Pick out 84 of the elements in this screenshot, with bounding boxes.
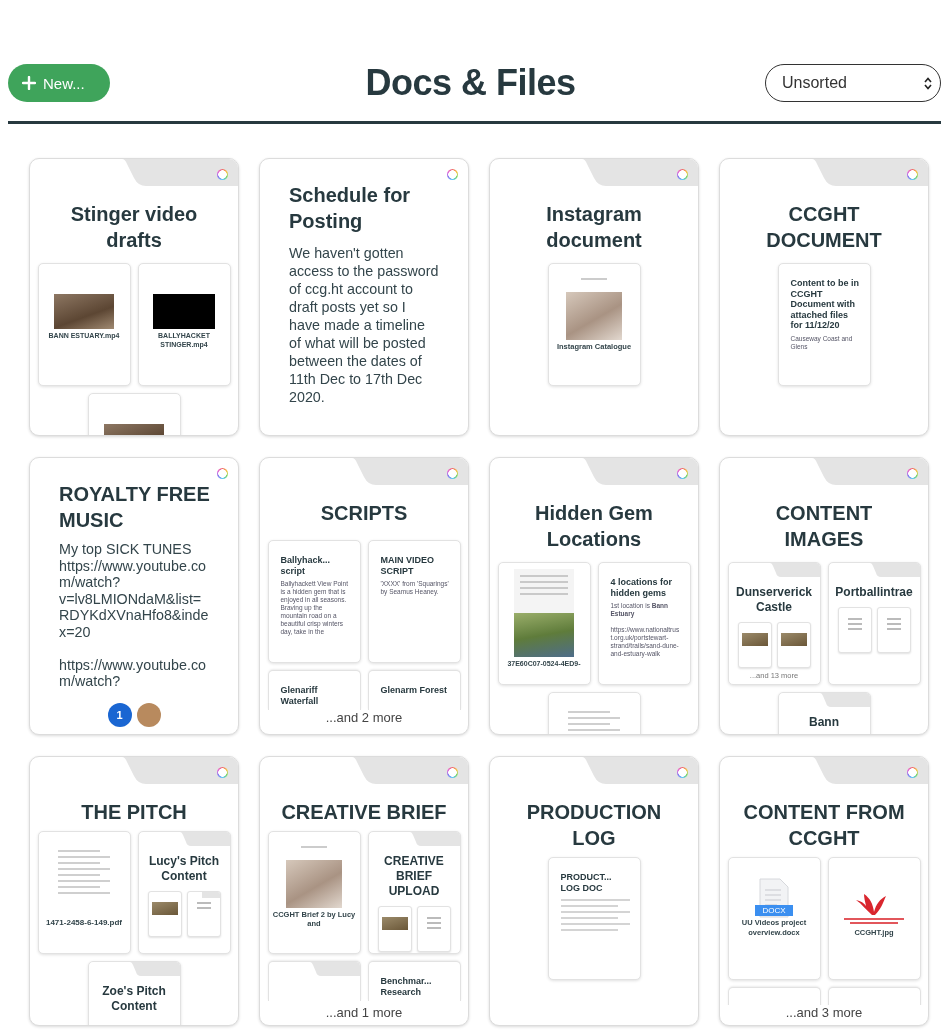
- color-ring-icon: [677, 169, 688, 180]
- color-ring-icon: [447, 468, 458, 479]
- card-title: SCRIPTS: [319, 501, 409, 526]
- card-title: Hidden Gem Locations: [534, 501, 654, 552]
- logo-drawing: [842, 892, 906, 926]
- page-title: Docs & Files: [365, 62, 576, 104]
- file-name: 1471-2458-6-149.pdf: [44, 917, 123, 928]
- card-title: Instagram document: [545, 202, 643, 253]
- file-type-label: DOCX: [755, 905, 793, 916]
- folder-tab: [769, 563, 820, 577]
- chevron-updown-icon: [924, 76, 932, 90]
- folder-name: Lucy's Pitch Content: [147, 853, 221, 884]
- file-card[interactable]: 1471-2458-6-149.pdf: [37, 831, 131, 954]
- card-title: CONTENT FROM CCGHT: [742, 800, 906, 851]
- folder-tab: [869, 563, 920, 577]
- note-title: Benchmar... Research: [380, 976, 433, 997]
- comment-count-badge: 1: [107, 703, 132, 727]
- photo-placeholder: [54, 294, 114, 329]
- folder-tab: [309, 962, 360, 976]
- color-ring-icon: [677, 767, 688, 778]
- color-ring-icon: [907, 169, 918, 180]
- folder-card[interactable]: [259, 457, 469, 735]
- more-count: ...and 1 more: [325, 1005, 403, 1022]
- color-ring-icon: [217, 468, 228, 479]
- card-title: CCGHT DOCUMENT: [765, 202, 883, 253]
- file-thumbnail: [876, 607, 911, 653]
- file-thumbnail: [737, 622, 772, 668]
- color-ring-icon: [677, 468, 688, 479]
- file-thumbnail: [416, 906, 451, 952]
- folder-card[interactable]: Zoe's Pitch Content: [87, 961, 181, 1025]
- document-card[interactable]: ROYALTY FREE MUSIC My top SICK TUNES https://www.youtube.com/watch?v=lv8LMIONdaM&list=RDYKdXVnaHfo8&index=20 https://www.youtube.com/watch? 1: [29, 457, 239, 735]
- folder-name: Portballintrae: [834, 584, 914, 600]
- card-text: My top SICK TUNES https://www.youtube.com/watch?v=lv8LMIONdaM&list=RDYKdXVnaHfo8&index=20 https://www.youtube.com/watch?: [58, 540, 210, 690]
- file-thumbnail: [776, 622, 811, 668]
- file-thumbnail: [147, 891, 182, 937]
- note-card[interactable]: Benchmar... Research: [367, 961, 461, 1001]
- folder-card[interactable]: CREATIVE BRIEF UPLOAD: [367, 831, 461, 954]
- avatar-placeholder: [136, 703, 161, 727]
- folder-thumbnail: [186, 891, 221, 937]
- folder-tab: [129, 962, 180, 976]
- file-thumbnail: [837, 607, 872, 653]
- folder-card[interactable]: Lucy's Pitch Content: [137, 831, 231, 954]
- folder-card[interactable]: Portballintrae: [827, 562, 921, 685]
- text-lines-drawing: [560, 899, 630, 931]
- folder-card[interactable]: Bann: [777, 692, 871, 734]
- color-ring-icon: [447, 767, 458, 778]
- folder-name: Dunserverick Castle: [734, 584, 813, 615]
- card-text: We haven't gotten access to the password of ccg.ht account to draft posts yet so I have made a timeline of what will be posted between the dates of 11th Dec to 17th Dec 2020.: [288, 244, 440, 406]
- plus-icon: [22, 76, 36, 90]
- card-title: CREATIVE BRIEF: [280, 800, 448, 825]
- folder-card[interactable]: PRODUCTION LOG PRODUCT... LOG DOC: [489, 756, 699, 1026]
- color-ring-icon: [447, 169, 458, 180]
- card-title: Schedule for Posting: [289, 183, 412, 234]
- note-card[interactable]: Glenariff Waterfall: [267, 670, 361, 710]
- color-ring-icon: [217, 767, 228, 778]
- card-title: CONTENT IMAGES: [774, 501, 874, 552]
- color-ring-icon: [217, 169, 228, 180]
- card-title: THE PITCH: [80, 800, 188, 825]
- note-title: Content to be in CCGHT Document with attached files for 11/12/20: [790, 278, 860, 331]
- folder-name: Zoe's Pitch Content: [101, 983, 167, 1014]
- folder-tab: [409, 832, 460, 846]
- note-title: Glenarm Forest: [380, 685, 448, 696]
- note-title: Glenariff Waterfall: [280, 685, 320, 706]
- card-title: ROYALTY FREE MUSIC: [59, 482, 211, 533]
- folder-tab: [819, 693, 870, 707]
- more-count: ...and 2 more: [325, 710, 403, 727]
- note-card[interactable]: PRODUCT... LOG DOC: [547, 857, 641, 980]
- more-count: ...and 3 more: [785, 1005, 863, 1022]
- document-card[interactable]: Schedule for Posting We haven't gotten access to the password of ccg.ht account to draft posts yet so I have made a timeline of what will be posted between the dates of 11th Dec to 17th Dec 2020.: [259, 158, 469, 436]
- folder-name: CREATIVE BRIEF UPLOAD: [383, 853, 445, 899]
- card-title: PRODUCTION LOG: [525, 800, 663, 851]
- folder-name: Bann: [808, 714, 840, 730]
- folder-tab: [179, 832, 230, 846]
- file-thumbnail: [377, 906, 412, 952]
- note-title: PRODUCT... LOG DOC: [560, 872, 613, 893]
- folder-card[interactable]: THE PITCH 1471-2458-6-149.pdf Lucy's Pitch Content Zoe's Pitch Content: [29, 756, 239, 1026]
- note-title: MAIN VIDEO SCRIPT: [380, 555, 435, 576]
- note-title: 4 locations for hidden gems: [610, 577, 673, 598]
- color-ring-icon: [907, 767, 918, 778]
- note-card[interactable]: Glenarm Forest: [367, 670, 461, 710]
- color-ring-icon: [907, 468, 918, 479]
- note-title: Ballyhack... script: [280, 555, 332, 576]
- video-placeholder: [153, 294, 215, 329]
- card-title: Stinger video drafts: [69, 202, 199, 253]
